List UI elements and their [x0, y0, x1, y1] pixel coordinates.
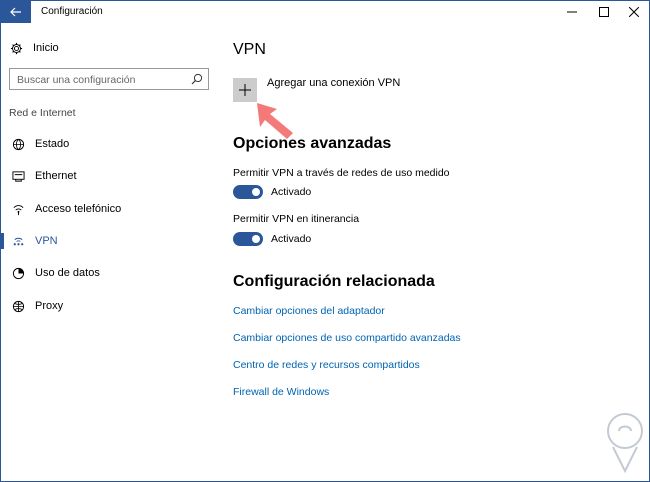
sidebar-item-vpn[interactable]: VPN: [1, 230, 219, 252]
sidebar-item-label: Acceso telefónico: [35, 203, 122, 215]
main-content: VPN Agregar una conexión VPN Opciones av…: [219, 23, 649, 481]
ethernet-icon: [11, 169, 25, 183]
roaming-vpn-label: Permitir VPN en itinerancia: [233, 213, 360, 225]
metered-vpn-state: Activado: [271, 186, 312, 198]
toggle-knob: [252, 235, 260, 243]
arrow-left-icon: [10, 7, 21, 17]
page-title: VPN: [233, 41, 266, 58]
search-box[interactable]: [9, 68, 209, 90]
gear-icon: [9, 41, 23, 55]
back-button[interactable]: [1, 1, 31, 23]
maximize-icon: [599, 7, 609, 17]
plus-icon: [239, 84, 251, 96]
minimize-icon: [567, 11, 577, 13]
sidebar-item-label: VPN: [35, 235, 58, 247]
roaming-vpn-toggle[interactable]: [233, 232, 263, 246]
sidebar-item-acceso-telefonico[interactable]: Acceso telefónico: [1, 198, 219, 220]
link-adapter-options[interactable]: Cambiar opciones del adaptador: [233, 305, 385, 317]
sidebar-item-proxy[interactable]: Proxy: [1, 295, 219, 317]
advanced-options-heading: Opciones avanzadas: [233, 135, 392, 152]
title-bar: Configuración: [1, 1, 649, 23]
sidebar-item-uso-de-datos[interactable]: Uso de datos: [1, 262, 219, 284]
sidebar-item-label: Ethernet: [35, 170, 77, 182]
globe-icon: [11, 299, 25, 313]
close-icon: [629, 7, 639, 17]
sidebar-item-ethernet[interactable]: Ethernet: [1, 165, 219, 187]
add-vpn-tile[interactable]: [233, 78, 257, 102]
related-settings-heading: Configuración relacionada: [233, 273, 435, 290]
toggle-knob: [252, 188, 260, 196]
sidebar-item-label: Estado: [35, 138, 70, 150]
data-usage-icon: [11, 266, 25, 280]
vpn-icon: [11, 234, 25, 248]
metered-vpn-toggle[interactable]: [233, 185, 263, 199]
roaming-vpn-state: Activado: [271, 233, 312, 245]
close-button[interactable]: [619, 1, 649, 23]
sidebar-item-label: Uso de datos: [35, 267, 100, 279]
add-vpn-button[interactable]: Agregar una conexión VPN: [233, 77, 401, 102]
roaming-vpn-toggle-row: Activado: [233, 232, 311, 246]
section-label: Red e Internet: [9, 107, 76, 119]
sidebar-item-label: Proxy: [35, 300, 64, 312]
sidebar: Inicio Red e Internet Estado: [1, 23, 219, 481]
dialup-icon: [11, 202, 25, 216]
search-icon[interactable]: [191, 73, 203, 85]
search-input[interactable]: [17, 72, 187, 87]
link-advanced-sharing[interactable]: Cambiar opciones de uso compartido avanz…: [233, 332, 461, 344]
window-title: Configuración: [41, 6, 103, 17]
metered-vpn-label: Permitir VPN a través de redes de uso me…: [233, 167, 450, 179]
link-network-center[interactable]: Centro de redes y recursos compartidos: [233, 359, 420, 371]
metered-vpn-toggle-row: Activado: [233, 185, 311, 199]
link-windows-firewall[interactable]: Firewall de Windows: [233, 386, 329, 398]
globe-status-icon: [11, 137, 25, 151]
minimize-button[interactable]: [557, 1, 587, 23]
nav-home[interactable]: Inicio: [9, 40, 59, 56]
nav-home-label: Inicio: [33, 42, 59, 54]
watermark-logo-icon: [607, 413, 643, 474]
sidebar-item-estado[interactable]: Estado: [1, 133, 219, 155]
settings-window: Configuración Inicio Buscar una configur…: [0, 0, 650, 482]
add-vpn-label: Agregar una conexión VPN: [267, 77, 401, 89]
maximize-button[interactable]: [589, 1, 619, 23]
